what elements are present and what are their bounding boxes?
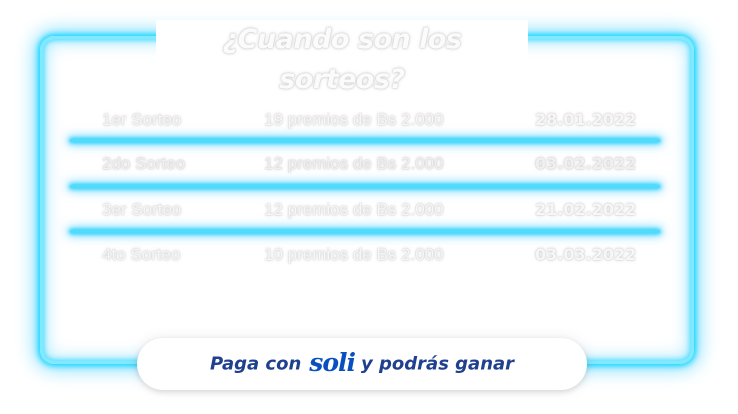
draw-row: 3er Sorteo 12 premios de Bs 2.000 21.02.…	[70, 197, 660, 223]
draw-name: 3er Sorteo	[102, 200, 182, 219]
draw-prize: 10 premios de Bs 2.000	[264, 245, 444, 264]
draw-prize: 12 premios de Bs 2.000	[264, 200, 444, 219]
neon-divider	[70, 139, 660, 142]
draw-date: 03.03.2022	[535, 245, 637, 264]
draw-prize: 12 premios de Bs 2.000	[264, 154, 444, 173]
draw-date: 21.02.2022	[535, 200, 637, 219]
promo-banner: Paga con soli y podrás ganar	[137, 338, 587, 390]
draw-name: 2do Sorteo	[102, 154, 186, 173]
draw-name: 4to Sorteo	[102, 245, 181, 264]
banner-suffix: y podrás ganar	[361, 353, 515, 375]
soli-logo: soli	[309, 347, 356, 377]
draw-date: 03.02.2022	[535, 154, 637, 173]
neon-divider	[70, 230, 660, 233]
draw-row: 4to Sorteo 10 premios de Bs 2.000 03.03.…	[70, 242, 660, 268]
draw-date: 28.01.2022	[535, 110, 637, 129]
draw-name: 1er Sorteo	[102, 110, 182, 129]
draw-prize: 19 premios de Bs 2.000	[264, 110, 444, 129]
draw-row: 2do Sorteo 12 premios de Bs 2.000 03.02.…	[70, 151, 660, 177]
neon-divider	[70, 185, 660, 188]
banner-prefix: Paga con	[209, 353, 302, 375]
draw-row: 1er Sorteo 19 premios de Bs 2.000 28.01.…	[70, 107, 660, 133]
page-title: ¿Cuando son los sorteos?	[222, 24, 462, 95]
